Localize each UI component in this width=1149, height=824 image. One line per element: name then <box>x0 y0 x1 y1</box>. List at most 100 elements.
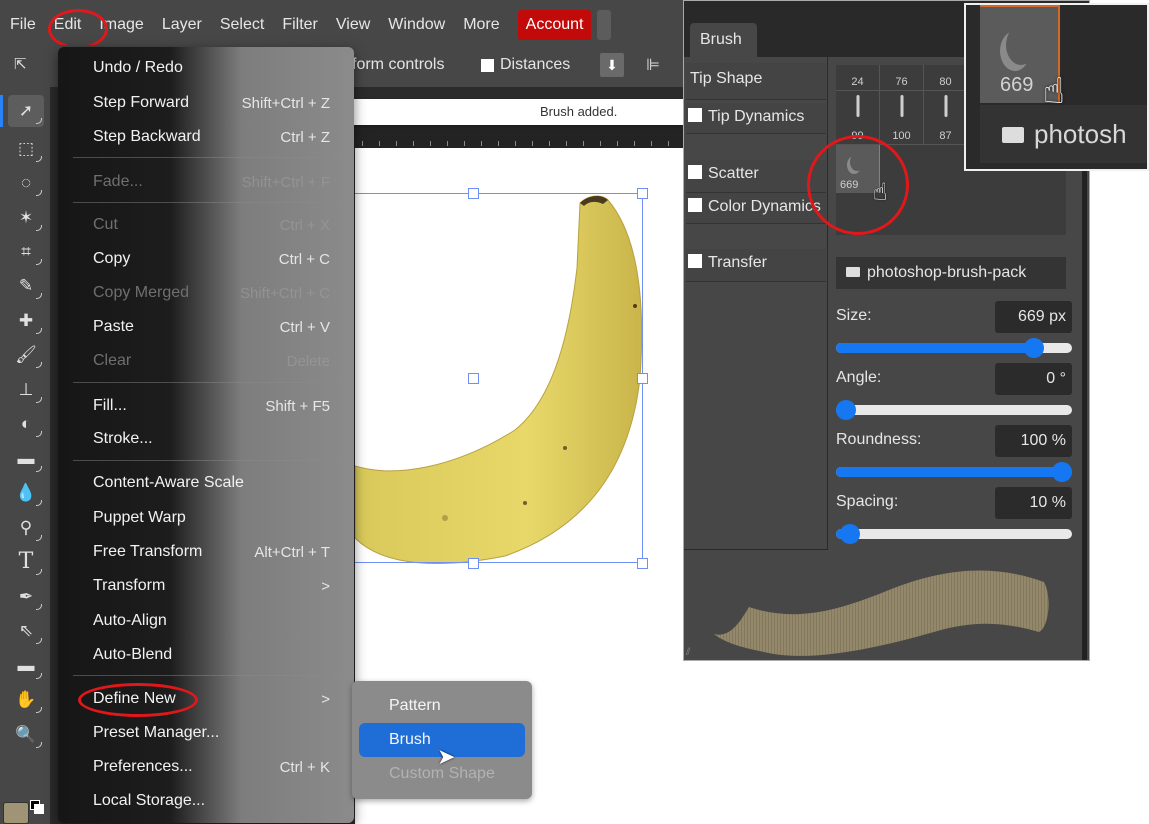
slider-knob[interactable] <box>840 524 861 544</box>
menu-window[interactable]: Window <box>388 16 445 34</box>
distances-checkbox[interactable]: Distances <box>481 56 570 74</box>
brush-tip[interactable]: 80 <box>924 65 968 91</box>
transform-handle-right[interactable] <box>637 373 648 384</box>
shape-tool-icon[interactable]: ▬ <box>8 650 44 682</box>
menu-item-paste[interactable]: Paste Ctrl + V <box>93 315 330 339</box>
menu-item-preferences[interactable]: Preferences... Ctrl + K <box>93 755 330 779</box>
resize-grip-icon[interactable]: ⫽ <box>686 647 690 658</box>
dodge-tool-icon[interactable]: ⚲ <box>8 512 44 544</box>
menu-item-fade[interactable]: Fade... Shift+Ctrl + F <box>93 170 330 194</box>
gradient-tool-icon[interactable]: ▬ <box>8 443 44 475</box>
menu-item-clear[interactable]: Clear Delete <box>93 349 330 373</box>
hand-tool-icon[interactable]: ✋ <box>8 684 44 716</box>
mouse-pointer-icon: ➤ <box>437 744 456 769</box>
section-color-dynamics[interactable]: Color Dynamics <box>686 193 826 224</box>
brush-folder[interactable]: photoshop-brush-pack <box>836 257 1066 289</box>
brush-tool-icon[interactable]: 🖌 <box>8 339 44 371</box>
section-tip-dynamics[interactable]: Tip Dynamics <box>686 103 826 134</box>
tip-size: 80 <box>939 76 952 88</box>
eyedropper-tool-icon[interactable]: ✎ <box>8 270 44 302</box>
menu-item-undo-redo[interactable]: Undo / Redo <box>93 56 330 80</box>
spacing-slider[interactable] <box>836 524 1072 544</box>
editor-window: File Edit Image Layer Select Filter View… <box>0 0 683 824</box>
size-input[interactable]: 669 px <box>995 301 1072 333</box>
menu-overflow[interactable] <box>597 10 612 40</box>
path-select-tool-icon[interactable]: ⇖ <box>8 615 44 647</box>
annotation-circle-tip <box>807 135 909 235</box>
menu-item-step-backward[interactable]: Step Backward Ctrl + Z <box>93 125 330 149</box>
swap-colors-icon[interactable] <box>34 804 44 814</box>
brush-tip[interactable]: 76 <box>880 65 924 91</box>
transform-handle-bottom-right[interactable] <box>637 558 648 569</box>
spacing-input[interactable]: 10 % <box>995 487 1072 519</box>
align-left-icon[interactable]: ⊫ <box>646 55 660 75</box>
roundness-slider[interactable] <box>836 462 1072 482</box>
zoom-tool-icon[interactable]: 🔍 <box>8 719 44 751</box>
menu-file[interactable]: File <box>10 16 36 34</box>
magic-wand-tool-icon[interactable]: ✶ <box>8 202 44 234</box>
menu-layer[interactable]: Layer <box>162 16 202 34</box>
annotation-circle-define-new <box>78 683 198 717</box>
transform-handle-center[interactable] <box>468 373 479 384</box>
menu-item-fill[interactable]: Fill... Shift + F5 <box>93 394 330 418</box>
type-tool-icon[interactable]: T <box>8 546 44 578</box>
brush-tip[interactable]: 24 <box>836 65 880 91</box>
pen-tool-icon[interactable]: ✒ <box>8 581 44 613</box>
submenu-item-pattern[interactable]: Pattern <box>359 689 525 723</box>
menu-item-stroke[interactable]: Stroke... <box>93 427 330 451</box>
menu-item-label: Fade... <box>93 173 143 190</box>
menu-view[interactable]: View <box>336 16 370 34</box>
move-tool-icon[interactable]: ➚ <box>8 95 44 127</box>
menu-item-preset-manager[interactable]: Preset Manager... <box>93 721 330 745</box>
transform-handle-top[interactable] <box>468 188 479 199</box>
checkbox[interactable] <box>688 198 702 212</box>
healing-tool-icon[interactable]: ✚ <box>8 305 44 337</box>
brush-tip[interactable]: 100 <box>880 91 924 145</box>
menu-item-copy-merged[interactable]: Copy Merged Shift+Ctrl + C <box>93 281 330 305</box>
transform-handle-top-right[interactable] <box>637 188 648 199</box>
download-button[interactable]: ⬇ <box>600 53 624 77</box>
menu-more[interactable]: More <box>463 16 499 34</box>
transform-controls-label[interactable]: form controls <box>352 56 444 74</box>
menu-select[interactable]: Select <box>220 16 264 34</box>
submenu-chevron-icon: > <box>321 577 330 595</box>
menu-item-puppet-warp[interactable]: Puppet Warp <box>93 506 330 530</box>
angle-slider[interactable] <box>836 400 1072 420</box>
slider-knob[interactable] <box>836 400 856 420</box>
angle-input[interactable]: 0 ° <box>995 363 1072 395</box>
section-transfer[interactable]: Transfer <box>686 249 826 282</box>
eraser-tool-icon[interactable]: ◐ <box>8 408 44 440</box>
menu-item-copy[interactable]: Copy Ctrl + C <box>93 247 330 271</box>
menu-item-content-aware-scale[interactable]: Content-Aware Scale <box>93 471 330 495</box>
transform-bounding-box[interactable] <box>355 188 648 569</box>
brush-tip[interactable]: 87 <box>924 91 968 145</box>
menu-item-cut[interactable]: Cut Ctrl + X <box>93 213 330 237</box>
blur-tool-icon[interactable]: 💧 <box>8 477 44 509</box>
menu-item-transform[interactable]: Transform > <box>93 574 330 598</box>
crop-tool-icon[interactable]: ⌗ <box>8 236 44 268</box>
tip-size: 24 <box>851 76 864 88</box>
slider-knob[interactable] <box>1024 338 1045 358</box>
foreground-color-swatch[interactable] <box>3 802 29 824</box>
checkbox[interactable] <box>688 108 702 122</box>
brush-tab[interactable]: Brush <box>690 23 757 57</box>
menu-item-label: Undo / Redo <box>93 59 183 76</box>
menu-filter[interactable]: Filter <box>282 16 318 34</box>
menu-item-step-forward[interactable]: Step Forward Shift+Ctrl + Z <box>93 91 330 115</box>
checkbox[interactable] <box>688 165 702 179</box>
menu-item-auto-blend[interactable]: Auto-Blend <box>93 643 330 667</box>
checkbox[interactable] <box>688 254 702 268</box>
transform-handle-bottom[interactable] <box>468 558 479 569</box>
roundness-input[interactable]: 100 % <box>995 425 1072 457</box>
marquee-tool-icon[interactable]: ⬚ <box>8 133 44 165</box>
section-tip-shape[interactable]: Tip Shape <box>686 63 826 100</box>
account-button[interactable]: Account <box>517 10 592 40</box>
menu-item-auto-align[interactable]: Auto-Align <box>93 609 330 633</box>
slider-knob[interactable] <box>1052 462 1072 482</box>
stamp-tool-icon[interactable]: ⊥ <box>8 374 44 406</box>
lasso-tool-icon[interactable]: ◌ <box>8 167 44 199</box>
size-slider[interactable] <box>836 338 1072 358</box>
menu-item-free-transform[interactable]: Free Transform Alt+Ctrl + T <box>93 540 330 564</box>
menu-item-local-storage[interactable]: Local Storage... <box>93 789 330 813</box>
section-scatter[interactable]: Scatter <box>686 160 826 193</box>
